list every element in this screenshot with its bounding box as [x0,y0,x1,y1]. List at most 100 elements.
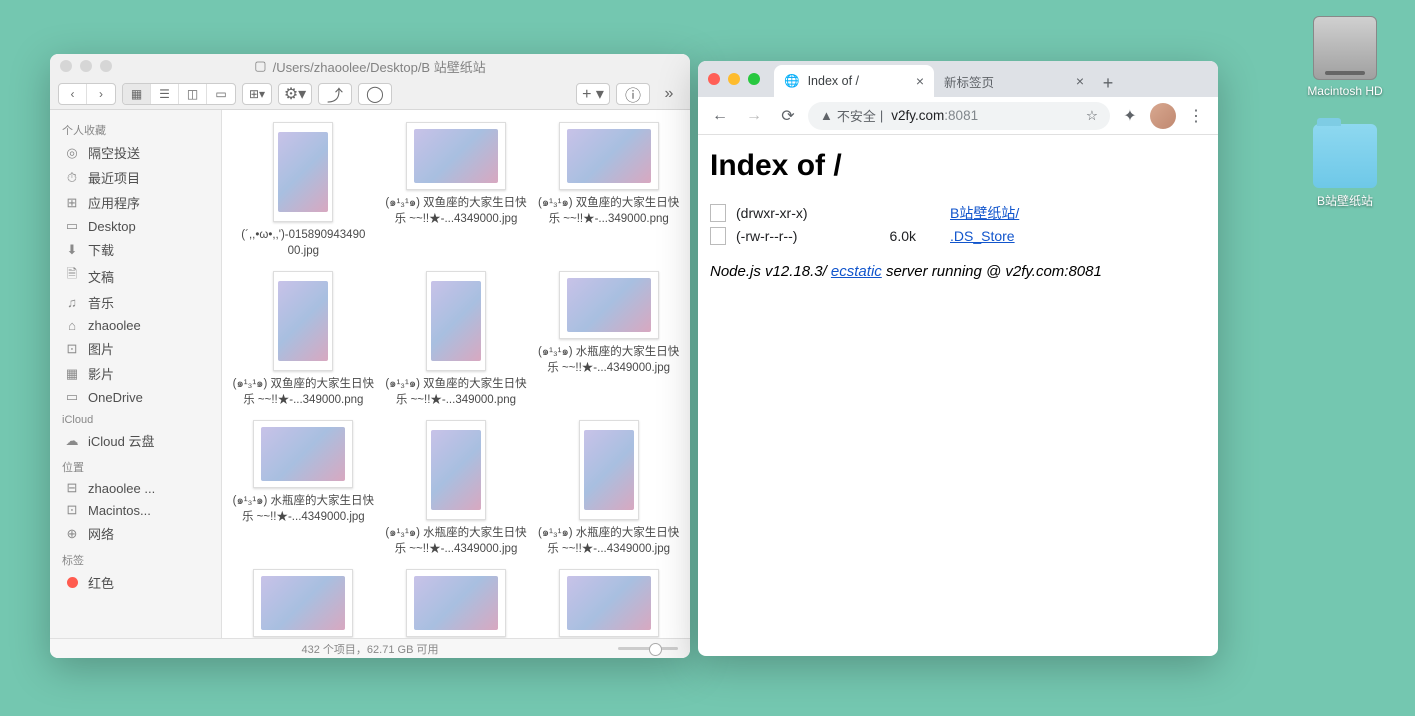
tab-close-button[interactable]: × [1076,73,1084,89]
folder-icon [1313,124,1377,188]
tab-newtab[interactable]: 新标签页 × [934,65,1094,97]
info-button[interactable]: ⓘ [616,83,650,105]
sidebar-item-label: 最近项目 [88,168,140,187]
file-item[interactable]: (๑¹₃¹๑) 双鱼座的大家生日快乐 ~~!!★-...349000.png [381,267,532,412]
back-button[interactable]: ← [706,102,734,130]
finder-status-text: 432 个项目，62.71 GB 可用 [302,641,439,657]
chrome-zoom-button[interactable] [748,73,760,85]
extensions-button[interactable]: ✦ [1116,102,1144,130]
sidebar-item-label: iCloud 云盘 [88,431,154,450]
tab-close-button[interactable]: × [916,73,924,89]
new-folder-button[interactable]: + ▾ [576,83,610,105]
sidebar-item-label: 音乐 [88,293,114,312]
directory-link[interactable]: B站壁纸站/ [950,203,1019,223]
back-button[interactable]: ‹ [59,84,87,104]
sidebar-item[interactable]: ⊡图片 [50,336,221,361]
desktop-hd-icon[interactable]: Macintosh HD [1305,16,1385,98]
server-footer: Node.js v12.18.3/ ecstatic server runnin… [710,263,1206,280]
sidebar-item[interactable]: 🗎文稿 [50,262,221,290]
file-item[interactable] [533,565,684,638]
gallery-view-button[interactable]: ▭ [207,84,235,104]
security-warning[interactable]: ▲ 不安全 | [820,106,883,125]
profile-avatar[interactable] [1150,103,1176,129]
warning-text: 不安全 [837,106,876,125]
sidebar-item[interactable]: ☁iCloud 云盘 [50,428,221,453]
finder-titlebar[interactable]: ▢ /Users/zhaoolee/Desktop/B 站壁纸站 [50,54,690,78]
sidebar-item-icon: ⊟ [64,480,80,496]
finder-zoom-button[interactable] [100,60,112,72]
file-item[interactable]: (๑¹₃¹๑) 双鱼座的大家生日快乐 ~~!!★-...4349000.jpg [381,118,532,263]
reload-button[interactable]: ⟳ [774,102,802,130]
sidebar-item-icon: ⊡ [64,502,80,518]
ecstatic-link[interactable]: ecstatic [831,263,882,280]
list-view-button[interactable]: ☰ [151,84,179,104]
file-item[interactable]: (๑¹₃¹๑) 水瓶座的大家生日快乐 ~~!!★-...4349000.jpg [228,416,379,561]
finder-title-path: ▢ /Users/zhaoolee/Desktop/B 站壁纸站 [254,57,485,76]
sidebar-item[interactable]: ◎隔空投送 [50,140,221,165]
finder-path-text: /Users/zhaoolee/Desktop/B 站壁纸站 [273,57,486,76]
sidebar-item-label: 图片 [88,339,114,358]
desktop-folder-icon[interactable]: B站壁纸站 [1305,124,1385,209]
sidebar-item[interactable]: ♫音乐 [50,290,221,315]
chrome-tabstrip: 🌐 Index of / × 新标签页 × + [698,61,1218,97]
chrome-page-content: Index of / (drwxr-xr-x)B站壁纸站/(-rw-r--r--… [698,135,1218,656]
finder-traffic-lights [60,60,112,72]
bookmark-star-icon[interactable]: ☆ [1086,108,1098,124]
finder-close-button[interactable] [60,60,72,72]
file-item[interactable] [381,565,532,638]
file-item[interactable]: (๑¹₃¹๑) 双鱼座的大家生日快乐 ~~!!★-...349000.png [228,267,379,412]
sidebar-item[interactable]: 红色 [50,570,221,595]
finder-window: ▢ /Users/zhaoolee/Desktop/B 站壁纸站 ‹ › ▦ ☰… [50,54,690,658]
chrome-minimize-button[interactable] [728,73,740,85]
file-thumbnail [426,271,486,371]
file-item[interactable]: (´,,•ω•,,')-015890943490 00.jpg [228,118,379,263]
directory-link[interactable]: .DS_Store [950,228,1015,244]
icon-view-button[interactable]: ▦ [123,84,151,104]
file-item[interactable]: (๑¹₃¹๑) 水瓶座的大家生日快乐 ~~!!★-...4349000.jpg [533,267,684,412]
zoom-slider[interactable] [618,647,678,650]
sidebar-item[interactable]: ▭Desktop [50,215,221,237]
chrome-close-button[interactable] [708,73,720,85]
file-item[interactable]: (๑¹₃¹๑) 水瓶座的大家生日快乐 ~~!!★-...4349000.jpg [533,416,684,561]
file-item[interactable]: (๑¹₃¹๑) 双鱼座的大家生日快乐 ~~!!★-...349000.png [533,118,684,263]
size-text: 6.0k [866,228,916,244]
arrange-button[interactable]: ⊞▾ [243,84,271,104]
sidebar-item[interactable]: ▦影片 [50,361,221,386]
file-item[interactable]: (๑¹₃¹๑) 水瓶座的大家生日快乐 ~~!!★-...4349000.jpg [381,416,532,561]
sidebar-item[interactable]: ⊞应用程序 [50,190,221,215]
share-button[interactable]: ⤴ [318,83,352,105]
sidebar-item[interactable]: ▭OneDrive [50,386,221,408]
finder-file-grid[interactable]: (´,,•ω•,,')-015890943490 00.jpg(๑¹₃¹๑) 双… [222,110,690,638]
permissions-text: (-rw-r--r--) [736,228,856,244]
new-tab-button[interactable]: + [1094,69,1122,97]
tags-button[interactable]: ◯ [358,83,392,105]
address-bar[interactable]: ▲ 不安全 | v2fy.com:8081 ☆ [808,102,1110,130]
file-name: (๑¹₃¹๑) 双鱼座的大家生日快乐 ~~!!★-...4349000.jpg [385,196,528,227]
harddrive-icon [1313,16,1377,80]
file-name: (๑¹₃¹๑) 水瓶座的大家生日快乐 ~~!!★-...4349000.jpg [537,526,680,557]
menu-button[interactable]: ⋮ [1182,102,1210,130]
sidebar-item[interactable]: ⬇下载 [50,237,221,262]
sidebar-item[interactable]: ⊟ zhaoolee ... [50,477,221,499]
forward-button[interactable]: → [740,102,768,130]
sidebar-item-icon: ▦ [64,366,80,382]
file-name: (๑¹₃¹๑) 水瓶座的大家生日快乐 ~~!!★-...4349000.jpg [537,345,680,376]
sidebar-item-icon: ⊕ [64,526,80,542]
sidebar-item[interactable]: ⏱最近项目 [50,165,221,190]
sidebar-item[interactable]: ⌂zhaoolee [50,315,221,336]
action-button[interactable]: ⚙▾ [278,83,312,105]
sidebar-item-icon: ⌂ [64,318,80,333]
search-button[interactable]: » [656,83,682,105]
file-icon [710,227,726,245]
tab-index-of[interactable]: 🌐 Index of / × [774,65,934,97]
sidebar-item-label: zhaoolee ... [88,481,155,496]
column-view-button[interactable]: ◫ [179,84,207,104]
desktop-hd-label: Macintosh HD [1305,84,1385,98]
finder-minimize-button[interactable] [80,60,92,72]
file-item[interactable] [228,565,379,638]
sidebar-item[interactable]: ⊕网络 [50,521,221,546]
forward-button[interactable]: › [87,84,115,104]
file-thumbnail [559,122,659,190]
sidebar-item-label: 红色 [88,573,114,592]
sidebar-item[interactable]: ⊡Macintos... [50,499,221,521]
